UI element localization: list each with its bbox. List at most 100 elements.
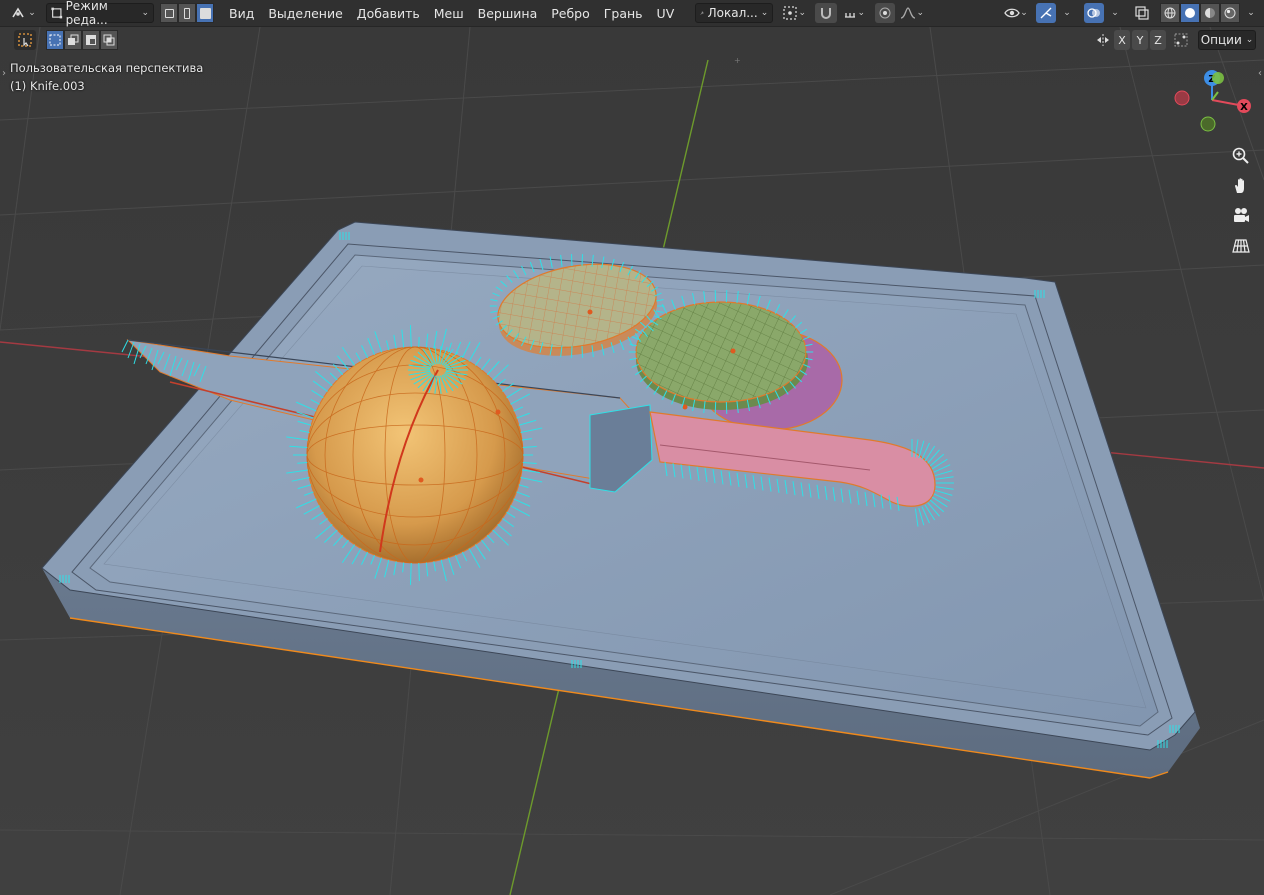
transform-orientation-label: Локал... bbox=[707, 6, 758, 20]
blender-window: + Пользовательская перспектива (1) Knife… bbox=[0, 0, 1264, 895]
active-object-label: (1) Knife.003 bbox=[10, 79, 85, 93]
gizmo-toggle[interactable] bbox=[1036, 3, 1056, 23]
shading-solid-button[interactable] bbox=[1180, 3, 1200, 23]
proportional-editing-toggle[interactable] bbox=[875, 3, 896, 23]
menu-face[interactable]: Грань bbox=[597, 2, 650, 24]
eye-icon bbox=[1004, 8, 1020, 18]
editor-type-button[interactable]: ⌄ bbox=[6, 3, 40, 23]
menu-uv[interactable]: UV bbox=[650, 2, 682, 24]
vegetable-slice-green[interactable] bbox=[635, 301, 808, 410]
overlays-icon bbox=[1087, 8, 1100, 18]
auto-merge-icon bbox=[1174, 33, 1188, 47]
xray-toggle[interactable] bbox=[1132, 3, 1152, 23]
selection-subtract-button[interactable] bbox=[82, 30, 100, 50]
toolbar-expand-arrow-icon[interactable]: › bbox=[2, 68, 6, 79]
gizmo-neg-y-axis[interactable] bbox=[1200, 116, 1216, 132]
material-sphere-icon bbox=[1205, 8, 1215, 18]
chevron-down-icon: ⌄ bbox=[1245, 35, 1254, 45]
gizmo-neg-x-axis[interactable] bbox=[1174, 90, 1190, 106]
wireframe-sphere-icon bbox=[1164, 7, 1176, 19]
overlays-toggle[interactable] bbox=[1084, 3, 1104, 23]
menu-bar: Вид Выделение Добавить Меш Вершина Ребро… bbox=[222, 2, 681, 24]
select-new-icon bbox=[49, 34, 61, 46]
edit-mode-icon bbox=[51, 7, 63, 19]
mirror-options: X Y Z Опции ⌄ bbox=[1094, 30, 1256, 50]
chevron-down-icon: ⌄ bbox=[760, 8, 769, 18]
edge-select-button[interactable] bbox=[178, 3, 196, 23]
3d-viewport[interactable]: + Пользовательская перспектива (1) Knife… bbox=[0, 27, 1264, 895]
shading-dropdown[interactable]: ⌄ bbox=[1244, 3, 1258, 23]
perspective-toggle-button[interactable] bbox=[1228, 233, 1254, 259]
select-subtract-icon bbox=[86, 35, 96, 45]
active-tool-button[interactable] bbox=[14, 30, 36, 50]
pan-button[interactable] bbox=[1228, 173, 1254, 199]
editor-type-icon bbox=[12, 7, 24, 18]
solid-sphere-icon bbox=[1185, 8, 1195, 18]
visibility-button[interactable]: ⌄ bbox=[1000, 3, 1032, 23]
chevron-down-icon: ⌄ bbox=[1111, 8, 1119, 18]
chevron-down-icon: ⌄ bbox=[857, 8, 866, 18]
sidebar-expand-arrow-icon[interactable]: ‹ bbox=[1258, 68, 1262, 79]
vertex-select-button[interactable] bbox=[160, 3, 178, 23]
transform-orientation-icon bbox=[700, 11, 704, 15]
menu-view[interactable]: Вид bbox=[222, 2, 261, 24]
shading-wireframe-button[interactable] bbox=[1160, 3, 1180, 23]
transform-orientation-select[interactable]: Локал... ⌄ bbox=[695, 3, 774, 23]
chevron-down-icon: ⌄ bbox=[1247, 8, 1255, 18]
selection-extend-button[interactable] bbox=[64, 30, 82, 50]
snap-target-button[interactable]: ⌄ bbox=[839, 3, 869, 23]
chevron-down-icon: ⌄ bbox=[28, 8, 36, 18]
mirror-y-button[interactable]: Y bbox=[1132, 30, 1148, 50]
grid-perspective-icon bbox=[1232, 239, 1250, 253]
pivot-point-icon bbox=[783, 6, 798, 20]
navigation-gizmo[interactable]: Z X bbox=[1168, 66, 1258, 136]
selection-intersect-button[interactable] bbox=[100, 30, 118, 50]
gizmo-y-axis[interactable] bbox=[1212, 72, 1224, 84]
hand-icon bbox=[1235, 178, 1244, 193]
magnet-icon bbox=[821, 8, 832, 19]
chevron-down-icon: ⌄ bbox=[798, 8, 807, 18]
shading-material-button[interactable] bbox=[1200, 3, 1220, 23]
options-dropdown[interactable]: Опции ⌄ bbox=[1198, 30, 1256, 50]
menu-vertex[interactable]: Вершина bbox=[471, 2, 545, 24]
tool-settings-bar: X Y Z Опции ⌄ bbox=[0, 27, 1264, 53]
proportional-falloff-button[interactable]: ⌄ bbox=[897, 3, 927, 23]
selection-new-button[interactable] bbox=[46, 30, 64, 50]
menu-select[interactable]: Выделение bbox=[261, 2, 349, 24]
selection-mode-group bbox=[46, 30, 118, 50]
perspective-label: Пользовательская перспектива bbox=[10, 61, 204, 75]
chevron-down-icon: ⌄ bbox=[141, 8, 149, 18]
pivot-point-button[interactable]: ⌄ bbox=[779, 3, 809, 23]
onion-sphere[interactable] bbox=[306, 346, 524, 564]
select-box-tool-icon bbox=[18, 33, 32, 47]
mirror-toggle[interactable] bbox=[1094, 30, 1112, 50]
select-intersect-icon bbox=[103, 34, 115, 46]
options-label: Опции bbox=[1200, 33, 1242, 47]
mode-label: Режим реда... bbox=[65, 0, 108, 27]
gizmo-icon bbox=[1040, 7, 1052, 19]
gizmo-x-label: X bbox=[1240, 102, 1248, 113]
snap-increment-icon bbox=[845, 13, 856, 18]
camera-view-button[interactable] bbox=[1228, 203, 1254, 229]
shading-rendered-button[interactable] bbox=[1220, 3, 1240, 23]
snap-toggle[interactable] bbox=[815, 3, 838, 23]
mirror-x-button[interactable]: X bbox=[1114, 30, 1130, 50]
zoom-button[interactable] bbox=[1228, 143, 1254, 169]
chevron-down-icon: ⌄ bbox=[1063, 8, 1071, 18]
mode-select[interactable]: Режим реда... ⌄ bbox=[46, 0, 154, 27]
menu-edge[interactable]: Ребро bbox=[544, 2, 597, 24]
select-mode-group bbox=[160, 3, 214, 23]
face-select-button[interactable] bbox=[196, 3, 214, 23]
auto-merge-toggle[interactable] bbox=[1172, 30, 1190, 50]
overlays-dropdown[interactable]: ⌄ bbox=[1108, 3, 1122, 23]
gizmo-dropdown[interactable]: ⌄ bbox=[1060, 3, 1074, 23]
menu-mesh[interactable]: Меш bbox=[427, 2, 471, 24]
viewport-header: ⌄ Режим реда... ⌄ Вид Выделение Добавить… bbox=[0, 0, 1264, 27]
mirror-z-button[interactable]: Z bbox=[1150, 30, 1166, 50]
menu-add[interactable]: Добавить bbox=[350, 2, 427, 24]
grid-marker: + bbox=[734, 56, 741, 65]
proportional-editing-icon bbox=[879, 7, 891, 19]
camera-icon bbox=[1234, 208, 1249, 222]
viewport-scene[interactable]: + bbox=[0, 27, 1264, 895]
chevron-down-icon: ⌄ bbox=[1020, 8, 1028, 18]
